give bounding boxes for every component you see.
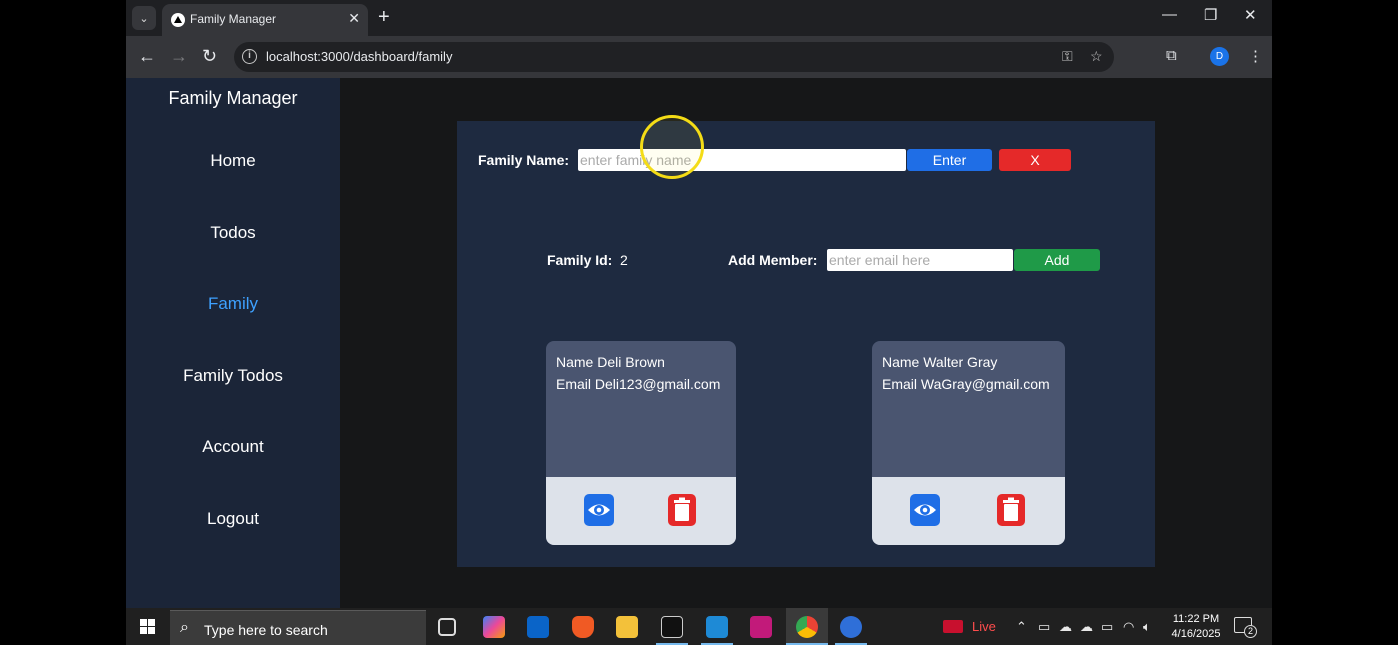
terminal-icon[interactable]	[661, 616, 683, 638]
minimize-icon[interactable]: —	[1162, 6, 1177, 23]
eye-icon	[588, 504, 610, 516]
card-actions	[546, 477, 736, 545]
browser-window: ⌄ Family Manager ✕ + — ❐ ✕ ← → ↻ i local…	[126, 0, 1272, 608]
volume-icon[interactable]: 🔈︎	[1143, 619, 1151, 635]
member-email: Email Deli123@gmail.com	[556, 376, 721, 392]
family-name-input[interactable]	[578, 149, 906, 171]
family-panel: Family Name: Enter X Family Id: 2 Add Me…	[457, 121, 1155, 567]
windows-start-icon[interactable]	[140, 619, 155, 634]
tray-expand-icon[interactable]: ⌃	[1016, 619, 1027, 635]
sidebar-item-home[interactable]: Home	[126, 151, 340, 171]
taskbar-search-placeholder: Type here to search	[204, 622, 328, 638]
app-icon[interactable]	[840, 616, 862, 638]
close-window-icon[interactable]: ✕	[1244, 6, 1257, 24]
cloud-icon[interactable]: ☁	[1059, 619, 1072, 635]
tab-close-icon[interactable]: ✕	[348, 10, 360, 27]
chrome-icon[interactable]	[796, 616, 818, 638]
tab-search-button[interactable]: ⌄	[132, 6, 156, 30]
eye-icon	[914, 504, 936, 516]
cursor-highlight	[640, 115, 704, 179]
sidebar-item-family[interactable]: Family	[126, 294, 340, 314]
sidebar-item-account[interactable]: Account	[126, 437, 340, 457]
view-member-button[interactable]	[584, 494, 614, 526]
live-label[interactable]: Live	[972, 619, 996, 634]
meet-icon[interactable]: ▭	[1038, 619, 1050, 635]
more-menu-icon[interactable]: ⋮	[1248, 47, 1263, 65]
intellij-icon[interactable]	[750, 616, 772, 638]
tab-title: Family Manager	[190, 12, 277, 26]
windows-taskbar: ⌕ Type here to search Live ⌃ ▭ ☁ ☁ ▭ ◠ 🔈…	[126, 608, 1272, 645]
member-name: Name Walter Gray	[882, 354, 998, 370]
clock-date: 4/16/2025	[1171, 628, 1221, 640]
bookmark-star-icon[interactable]: ☆	[1090, 48, 1103, 65]
restore-icon[interactable]: ❐	[1204, 6, 1217, 24]
clock[interactable]: 11:22 PM 4/16/2025	[1166, 612, 1226, 642]
family-id-value: 2	[620, 252, 628, 268]
view-member-button[interactable]	[910, 494, 940, 526]
delete-member-button[interactable]	[997, 494, 1025, 526]
family-id-label: Family Id:	[547, 252, 613, 268]
member-name: Name Deli Brown	[556, 354, 665, 370]
add-member-label: Add Member:	[728, 252, 818, 268]
notification-count: 2	[1244, 625, 1257, 638]
member-card: Name Deli Brown Email Deli123@gmail.com	[546, 341, 736, 545]
taskbar-search[interactable]: ⌕ Type here to search	[170, 610, 426, 645]
screen: ⌄ Family Manager ✕ + — ❐ ✕ ← → ↻ i local…	[0, 0, 1398, 645]
sidebar-item-family-todos[interactable]: Family Todos	[126, 366, 340, 386]
url-text[interactable]: localhost:3000/dashboard/family	[266, 49, 452, 64]
back-icon[interactable]: ←	[138, 46, 156, 66]
member-email: Email WaGray@gmail.com	[882, 376, 1050, 392]
enter-button[interactable]: Enter	[907, 149, 992, 171]
tab-bar: ⌄ Family Manager ✕ + — ❐ ✕	[126, 0, 1272, 36]
password-key-icon[interactable]: ⚿	[1062, 48, 1073, 65]
clock-time: 11:22 PM	[1172, 613, 1220, 625]
forward-icon[interactable]: →	[170, 46, 188, 66]
wifi-icon[interactable]: ◠	[1123, 619, 1134, 635]
brave-icon[interactable]	[572, 616, 594, 638]
member-email-input[interactable]	[827, 249, 1013, 271]
search-icon: ⌕	[180, 619, 189, 636]
reload-icon[interactable]: ↻	[202, 46, 217, 66]
delete-member-button[interactable]	[668, 494, 696, 526]
app-title: Family Manager	[168, 88, 298, 108]
task-view-icon[interactable]	[438, 618, 456, 636]
outlook-icon[interactable]	[527, 616, 549, 638]
mlb-icon[interactable]	[943, 620, 963, 633]
add-member-button[interactable]: Add	[1014, 249, 1100, 271]
member-card: Name Walter Gray Email WaGray@gmail.com	[872, 341, 1065, 545]
onedrive-icon[interactable]: ☁	[1080, 619, 1093, 635]
trash-icon	[1003, 497, 1019, 521]
address-bar[interactable]: i localhost:3000/dashboard/family ☆ ⚿	[234, 42, 1114, 72]
site-info-icon[interactable]: i	[242, 49, 257, 64]
main-content: Family Name: Enter X Family Id: 2 Add Me…	[340, 78, 1272, 608]
family-name-label: Family Name:	[478, 152, 570, 168]
profile-avatar[interactable]: D	[1210, 47, 1229, 66]
card-actions	[872, 477, 1065, 545]
trash-icon	[674, 497, 690, 521]
file-explorer-icon[interactable]	[616, 616, 638, 638]
sidebar-item-todos[interactable]: Todos	[126, 223, 340, 243]
sidebar-item-logout[interactable]: Logout	[126, 509, 340, 529]
battery-icon[interactable]: ▭	[1101, 619, 1113, 635]
vscode-icon[interactable]	[706, 616, 728, 638]
extensions-icon[interactable]: ⧉	[1166, 47, 1177, 64]
browser-toolbar: ← → ↻ i localhost:3000/dashboard/family …	[126, 36, 1272, 78]
cancel-button[interactable]: X	[999, 149, 1071, 171]
copilot-icon[interactable]	[483, 616, 505, 638]
new-tab-button[interactable]: +	[378, 6, 390, 28]
browser-tab[interactable]: Family Manager ✕	[162, 4, 368, 36]
favicon-icon	[171, 13, 185, 27]
sidebar: Family Manager Home Todos Family Family …	[126, 78, 340, 608]
